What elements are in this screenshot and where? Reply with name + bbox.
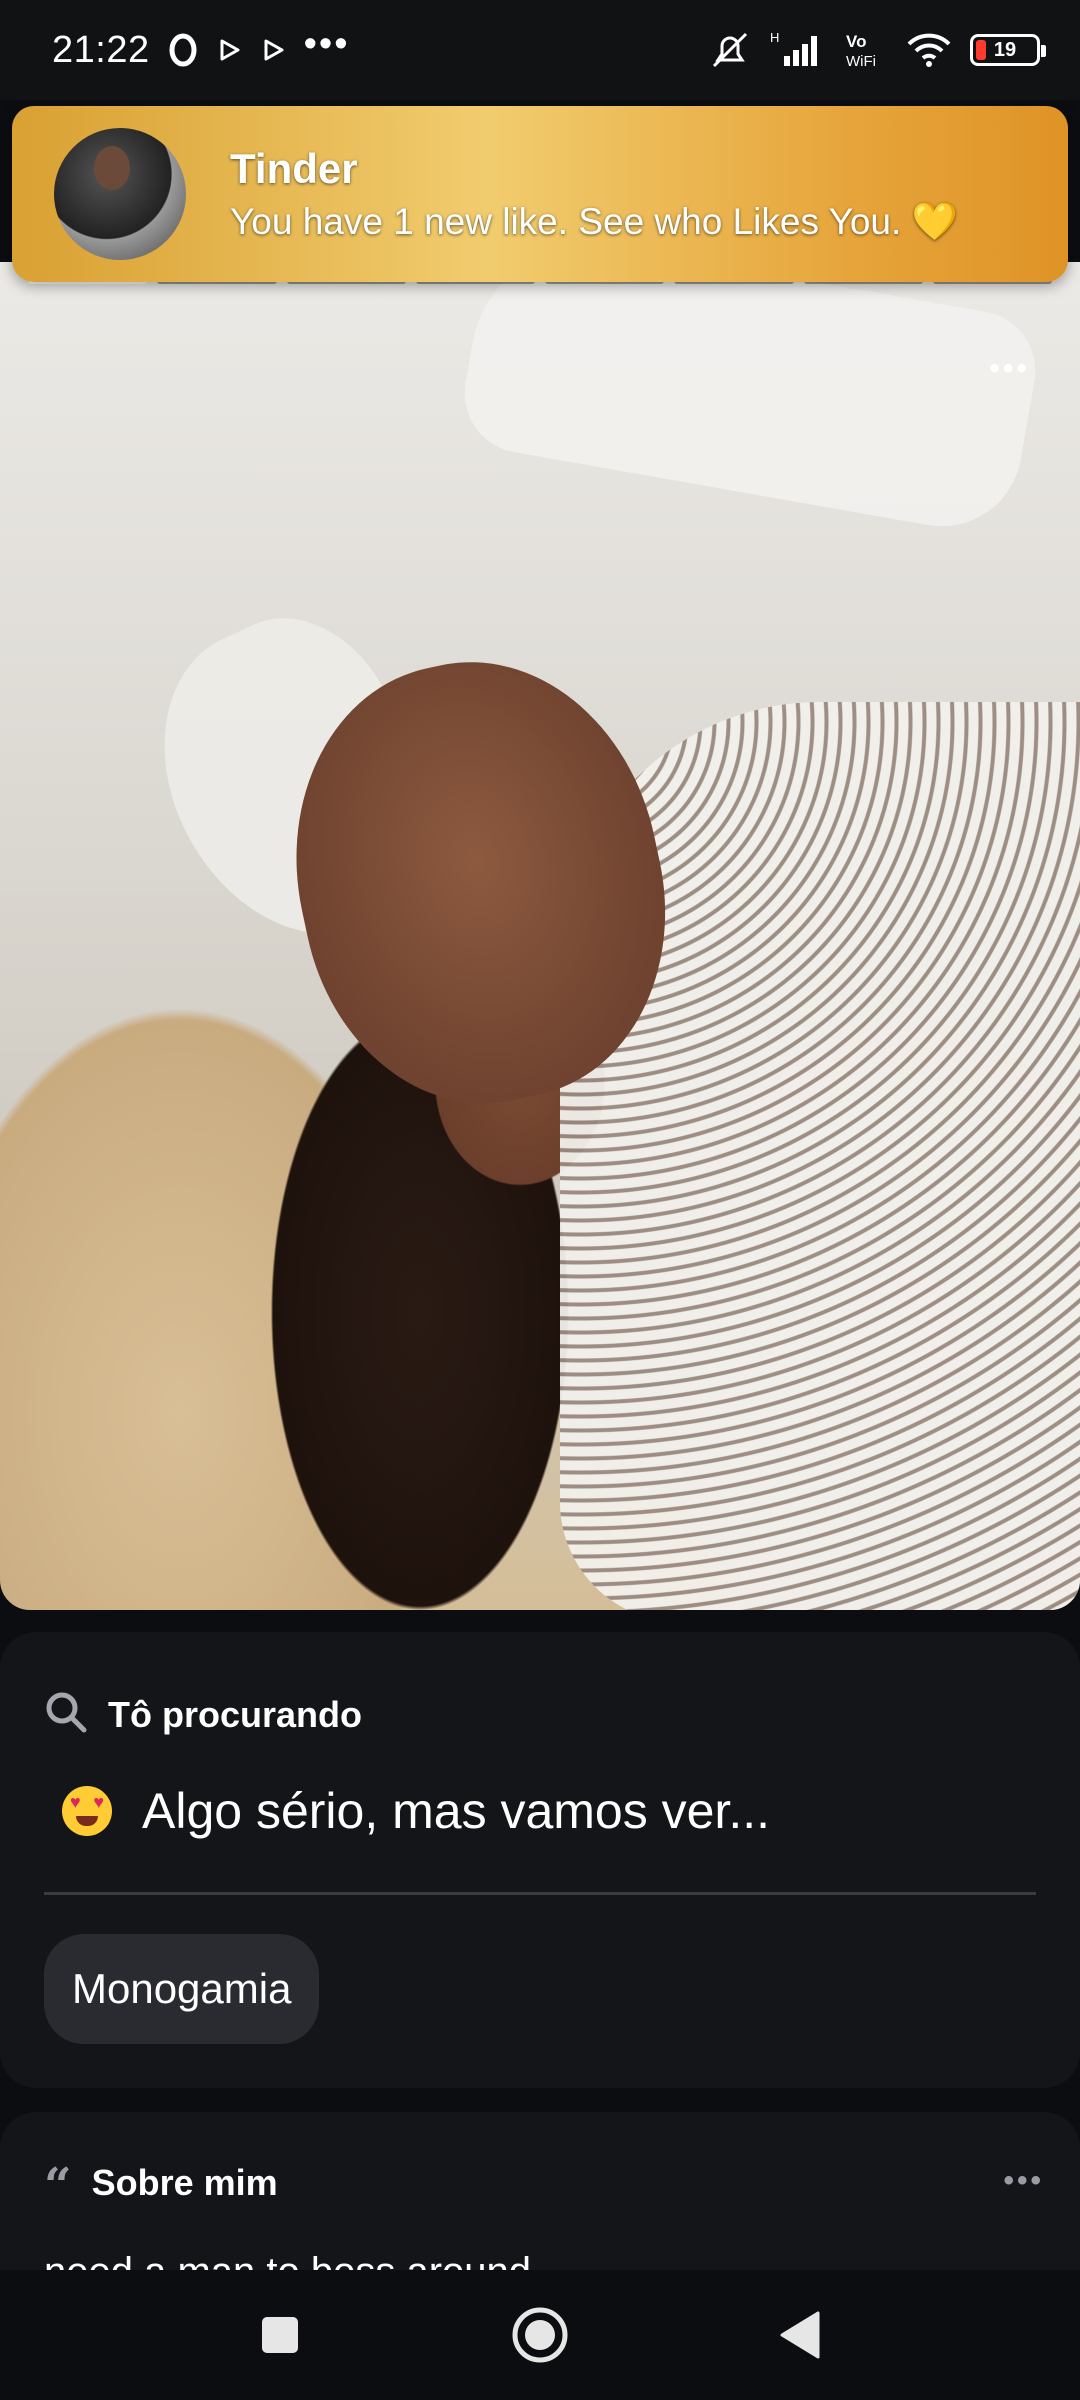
- back-icon[interactable]: [760, 2295, 840, 2375]
- looking-for-value: Algo sério, mas vamos ver...: [62, 1782, 770, 1840]
- status-right: H Vo WiFi 19: [708, 30, 1046, 70]
- status-overflow: •••: [303, 23, 350, 65]
- notification-avatar: [54, 128, 186, 260]
- play-icon: [260, 37, 286, 63]
- svg-text:WiFi: WiFi: [846, 53, 876, 70]
- quote-icon: “: [44, 2158, 72, 2214]
- looking-for-card: Tô procurando Algo sério, mas vamos ver.…: [0, 1632, 1080, 2088]
- profile-photo[interactable]: •••: [0, 262, 1080, 1610]
- notification-banner[interactable]: Tinder You have 1 new like. See who Like…: [12, 106, 1068, 282]
- search-icon: [44, 1690, 88, 1739]
- looking-for-header: Tô procurando: [44, 1690, 362, 1739]
- battery-level: 19: [993, 38, 1017, 61]
- svg-text:Vo: Vo: [846, 32, 866, 51]
- opera-icon: [168, 33, 198, 67]
- photo-pillow: [455, 262, 1045, 539]
- volte-icon: Vo WiFi: [844, 30, 888, 70]
- about-me-header: “ Sobre mim: [44, 2156, 278, 2210]
- about-me-label: Sobre mim: [91, 2162, 278, 2203]
- divider: [44, 1892, 1036, 1895]
- status-time: 21:22: [52, 28, 150, 71]
- navigation-bar: [0, 2270, 1080, 2400]
- wifi-icon: [906, 32, 952, 68]
- recents-icon[interactable]: [240, 2295, 320, 2375]
- relationship-type-chip: Monogamia: [44, 1934, 320, 2044]
- notification-text: Tinder You have 1 new like. See who Like…: [230, 145, 958, 244]
- signal-icon: H: [770, 30, 826, 70]
- home-icon[interactable]: [500, 2295, 580, 2375]
- photo-more-button[interactable]: •••: [989, 352, 1030, 386]
- notification-title: Tinder: [230, 144, 358, 192]
- looking-for-label: Tô procurando: [108, 1693, 362, 1735]
- battery-icon: 19: [970, 34, 1046, 66]
- notification-message: You have 1 new like. See who Likes You. …: [230, 200, 958, 242]
- heart-eyes-emoji: [62, 1786, 112, 1836]
- status-bar: 21:22 ••• H Vo WiFi 19: [0, 0, 1080, 100]
- about-more-button[interactable]: •••: [1003, 2164, 1044, 2198]
- mute-icon: [708, 30, 752, 70]
- svg-text:H: H: [770, 30, 779, 45]
- play-icon: [216, 37, 242, 63]
- status-left: 21:22 •••: [52, 25, 350, 72]
- looking-for-text: Algo sério, mas vamos ver...: [142, 1783, 771, 1839]
